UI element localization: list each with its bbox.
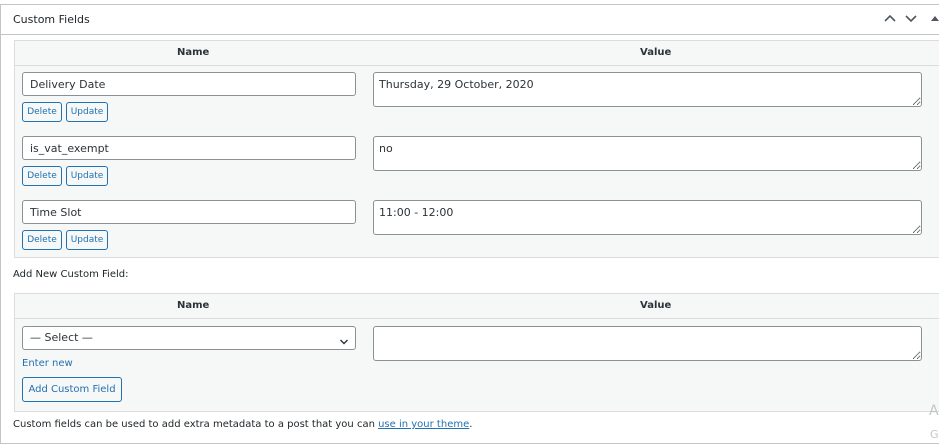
footer-text-end: . xyxy=(469,419,473,430)
panel-header: Custom Fields xyxy=(1,5,939,35)
column-header-value: Value xyxy=(640,300,672,311)
update-button[interactable]: Update xyxy=(66,102,108,122)
delete-button[interactable]: Delete xyxy=(22,166,62,186)
column-header-value: Value xyxy=(640,47,672,58)
watermark-glyph: G xyxy=(930,428,939,441)
chevron-down-icon[interactable] xyxy=(903,10,919,26)
add-custom-field-button[interactable]: Add Custom Field xyxy=(22,377,122,402)
field-name-input[interactable] xyxy=(22,200,356,224)
update-button[interactable]: Update xyxy=(66,230,108,250)
triangle-up-icon[interactable] xyxy=(929,10,939,26)
delete-button[interactable]: Delete xyxy=(22,102,62,122)
column-header-name: Name xyxy=(177,300,210,311)
add-new-table: Name Value — Select — Enter new Add Cust… xyxy=(14,293,939,412)
field-name-input[interactable] xyxy=(22,72,356,96)
meta-key-select[interactable]: — Select — xyxy=(22,326,356,350)
add-new-heading: Add New Custom Field: xyxy=(13,269,129,280)
field-value-textarea[interactable]: Thursday, 29 October, 2020 xyxy=(373,72,922,107)
panel-title: Custom Fields xyxy=(13,13,90,26)
enter-new-link[interactable]: Enter new xyxy=(22,358,73,369)
field-name-input[interactable] xyxy=(22,136,356,160)
watermark-glyph: A xyxy=(929,403,939,419)
delete-button[interactable]: Delete xyxy=(22,230,62,250)
use-in-your-theme-link[interactable]: use in your theme xyxy=(378,419,469,430)
update-button[interactable]: Update xyxy=(66,166,108,186)
field-value-textarea[interactable]: no xyxy=(373,136,922,171)
chevron-down-icon xyxy=(339,333,349,355)
table-header: Name Value xyxy=(15,41,939,66)
field-value-textarea[interactable]: 11:00 - 12:00 xyxy=(373,200,922,235)
table-header: Name Value xyxy=(15,294,939,319)
select-value: — Select — xyxy=(30,331,93,344)
new-field-value-textarea[interactable] xyxy=(373,326,922,361)
footer-note: Custom fields can be used to add extra m… xyxy=(13,419,472,430)
footer-text: Custom fields can be used to add extra m… xyxy=(13,419,379,430)
custom-fields-panel: Custom Fields Name Value Thursday, 29 Oc… xyxy=(0,4,939,444)
existing-fields-table: Name Value Thursday, 29 October, 2020 De… xyxy=(14,40,939,258)
chevron-up-icon[interactable] xyxy=(882,10,898,26)
column-header-name: Name xyxy=(177,47,210,58)
